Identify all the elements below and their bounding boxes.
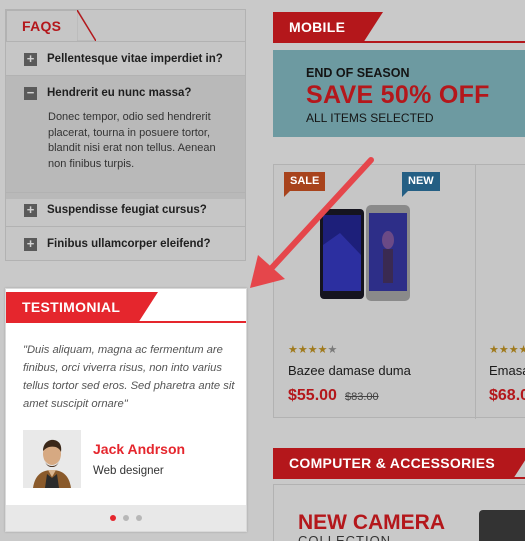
- banner-line-1: END OF SEASON: [306, 66, 410, 80]
- faqs-title: FAQS: [6, 10, 97, 41]
- carousel-dot-active[interactable]: [110, 515, 116, 521]
- computer-header-line: [273, 477, 525, 479]
- testimonial-header-line: [6, 321, 246, 323]
- camera-banner[interactable]: NEW CAMERA COLLECTION: [273, 484, 525, 541]
- product-grid: SALE NEW ★★★★★ Bazee damase duma $55.00 …: [273, 164, 525, 419]
- faqs-title-text: FAQS: [22, 18, 62, 34]
- product-price: $68.0: [489, 387, 525, 404]
- testimonial-panel: TESTIMONIAL "Duis aliquam, magna ac ferm…: [5, 288, 247, 532]
- faq-item[interactable]: + Pellentesque vitae imperdiet in?: [6, 41, 245, 76]
- banner-headline: SAVE 50% OFF: [306, 81, 490, 109]
- smartphone-product-image[interactable]: [320, 205, 410, 305]
- product-old-price: $83.00: [345, 391, 379, 403]
- person-photo-icon: [23, 430, 81, 488]
- faq-item[interactable]: + Suspendisse feugiat cursus?: [6, 192, 245, 227]
- faq-item[interactable]: + Finibus ullamcorper eleifend?: [6, 226, 245, 261]
- rating-stars: ★★★★★: [489, 344, 525, 356]
- product-divider: [475, 165, 476, 419]
- faq-question[interactable]: Pellentesque vitae imperdiet in?: [47, 53, 223, 65]
- plus-icon[interactable]: +: [24, 237, 37, 251]
- faq-item-expanded[interactable]: − Hendrerit eu nunc massa? Donec tempor, …: [6, 75, 245, 199]
- carousel-dot[interactable]: [123, 515, 129, 521]
- faqs-header: FAQS: [6, 10, 245, 42]
- testimonial-quote: "Duis aliquam, magna ac fermentum are fi…: [23, 344, 235, 410]
- faqs-panel: FAQS + Pellentesque vitae imperdiet in? −…: [5, 9, 246, 261]
- rating-stars: ★★★★★: [288, 344, 338, 356]
- minus-icon[interactable]: −: [24, 86, 37, 100]
- computer-title[interactable]: COMPUTER & ACCESSORIES: [273, 448, 525, 479]
- faq-question[interactable]: Hendrerit eu nunc massa?: [47, 87, 191, 99]
- faq-question[interactable]: Suspendisse feugiat cursus?: [47, 204, 207, 216]
- new-badge: NEW: [402, 172, 440, 197]
- mobile-header: MOBILE: [273, 12, 525, 43]
- carousel-pagination: [6, 505, 246, 531]
- faq-answer: Donec tempor, odio sed hendrerit placera…: [48, 111, 216, 170]
- mobile-header-line: [273, 41, 525, 43]
- computer-header: COMPUTER & ACCESSORIES: [273, 448, 525, 479]
- product-name[interactable]: Emasa: [489, 363, 525, 378]
- camera-banner-subline: COLLECTION: [298, 533, 392, 541]
- camera-icon: [479, 510, 525, 541]
- plus-icon[interactable]: +: [24, 52, 37, 66]
- testimonial-author-name: Jack Andrson: [93, 441, 186, 457]
- testimonial-title: TESTIMONIAL: [6, 292, 159, 323]
- product-price: $55.00: [288, 387, 337, 404]
- sale-badge: SALE: [284, 172, 326, 197]
- season-sale-banner[interactable]: END OF SEASON SAVE 50% OFF ALL ITEMS SEL…: [273, 50, 525, 137]
- carousel-dot[interactable]: [136, 515, 142, 521]
- camera-banner-headline: NEW CAMERA: [298, 511, 445, 534]
- testimonial-author-role: Web designer: [93, 465, 164, 477]
- plus-icon[interactable]: +: [24, 203, 37, 217]
- faq-question[interactable]: Finibus ullamcorper eleifend?: [47, 238, 211, 250]
- mobile-title[interactable]: MOBILE: [273, 12, 384, 43]
- banner-line-3: ALL ITEMS SELECTED: [306, 111, 434, 125]
- tab-slant-icon: [77, 10, 97, 41]
- testimonial-header: TESTIMONIAL: [6, 292, 246, 323]
- product-name[interactable]: Bazee damase duma: [288, 363, 411, 378]
- avatar: [23, 430, 81, 488]
